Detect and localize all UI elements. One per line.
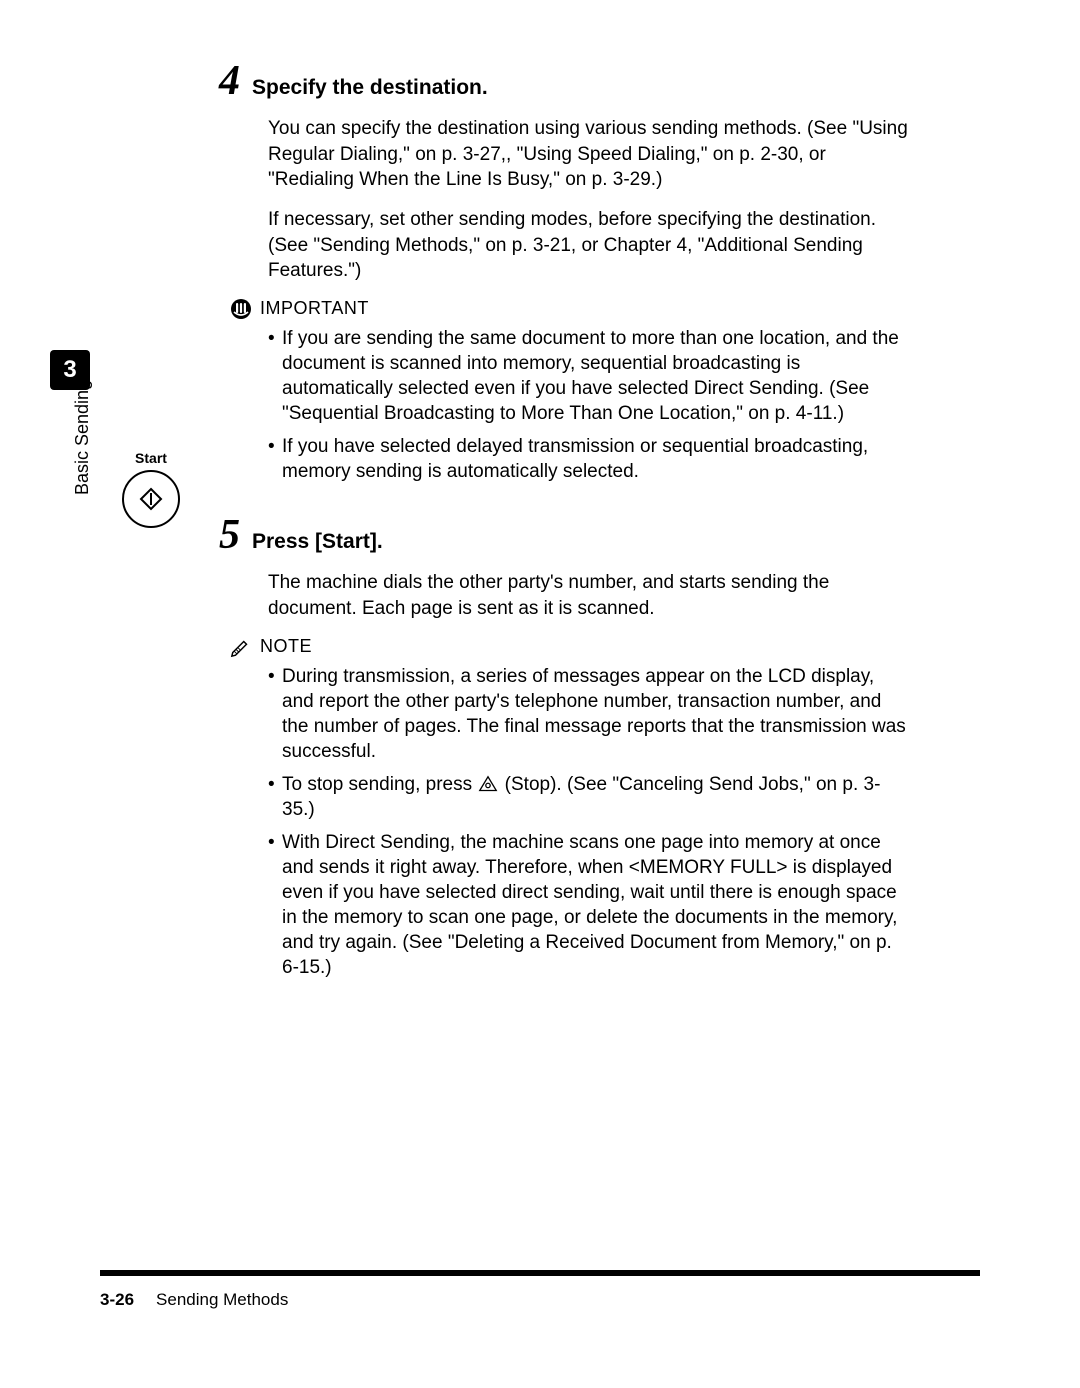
step-number: 4 <box>200 60 240 102</box>
step-body: The machine dials the other party's numb… <box>268 570 910 621</box>
note-callout: NOTE During transmission, a series of me… <box>230 636 910 981</box>
step-title: Press [Start]. <box>252 530 383 554</box>
bullet-item: With Direct Sending, the machine scans o… <box>268 830 910 980</box>
important-icon <box>230 298 252 320</box>
callout-body: During transmission, a series of message… <box>268 664 910 981</box>
bullet-item: If you are sending the same document to … <box>268 326 910 426</box>
start-button-oval <box>122 470 180 528</box>
bullet-item: To stop sending, press (Stop). (See "Can… <box>268 772 910 822</box>
start-button-illustration: Start <box>117 450 185 528</box>
footer-rule <box>100 1270 980 1276</box>
stop-icon <box>477 774 499 796</box>
callout-body: If you are sending the same document to … <box>268 326 910 484</box>
step-title: Specify the destination. <box>252 76 488 100</box>
chapter-title-vertical: Basic Sending <box>72 380 93 495</box>
callout-heading: NOTE <box>230 636 910 658</box>
step-paragraph: You can specify the destination using va… <box>268 116 910 193</box>
start-diamond-icon <box>139 487 163 511</box>
page-number: 3-26 <box>100 1290 134 1310</box>
callout-label: NOTE <box>260 636 312 657</box>
main-content: 4 Specify the destination. You can speci… <box>200 60 910 1011</box>
step-heading: 5 Press [Start]. <box>200 514 910 556</box>
step-5: 5 Press [Start]. The machine dials the o… <box>200 514 910 980</box>
step-heading: 4 Specify the destination. <box>200 60 910 102</box>
step-number: 5 <box>200 514 240 556</box>
step-paragraph: If necessary, set other sending modes, b… <box>268 207 910 284</box>
important-callout: IMPORTANT If you are sending the same do… <box>230 298 910 484</box>
footer-section-title: Sending Methods <box>156 1290 288 1310</box>
step-4: 4 Specify the destination. You can speci… <box>200 60 910 484</box>
note-icon <box>230 636 252 658</box>
callout-label: IMPORTANT <box>260 298 369 319</box>
start-button-label: Start <box>117 450 185 466</box>
step-body: You can specify the destination using va… <box>268 116 910 284</box>
step-paragraph: The machine dials the other party's numb… <box>268 570 910 621</box>
callout-heading: IMPORTANT <box>230 298 910 320</box>
bullet-item: During transmission, a series of message… <box>268 664 910 764</box>
page-footer: 3-26 Sending Methods <box>100 1290 288 1310</box>
bullet-item: If you have selected delayed transmissio… <box>268 434 910 484</box>
